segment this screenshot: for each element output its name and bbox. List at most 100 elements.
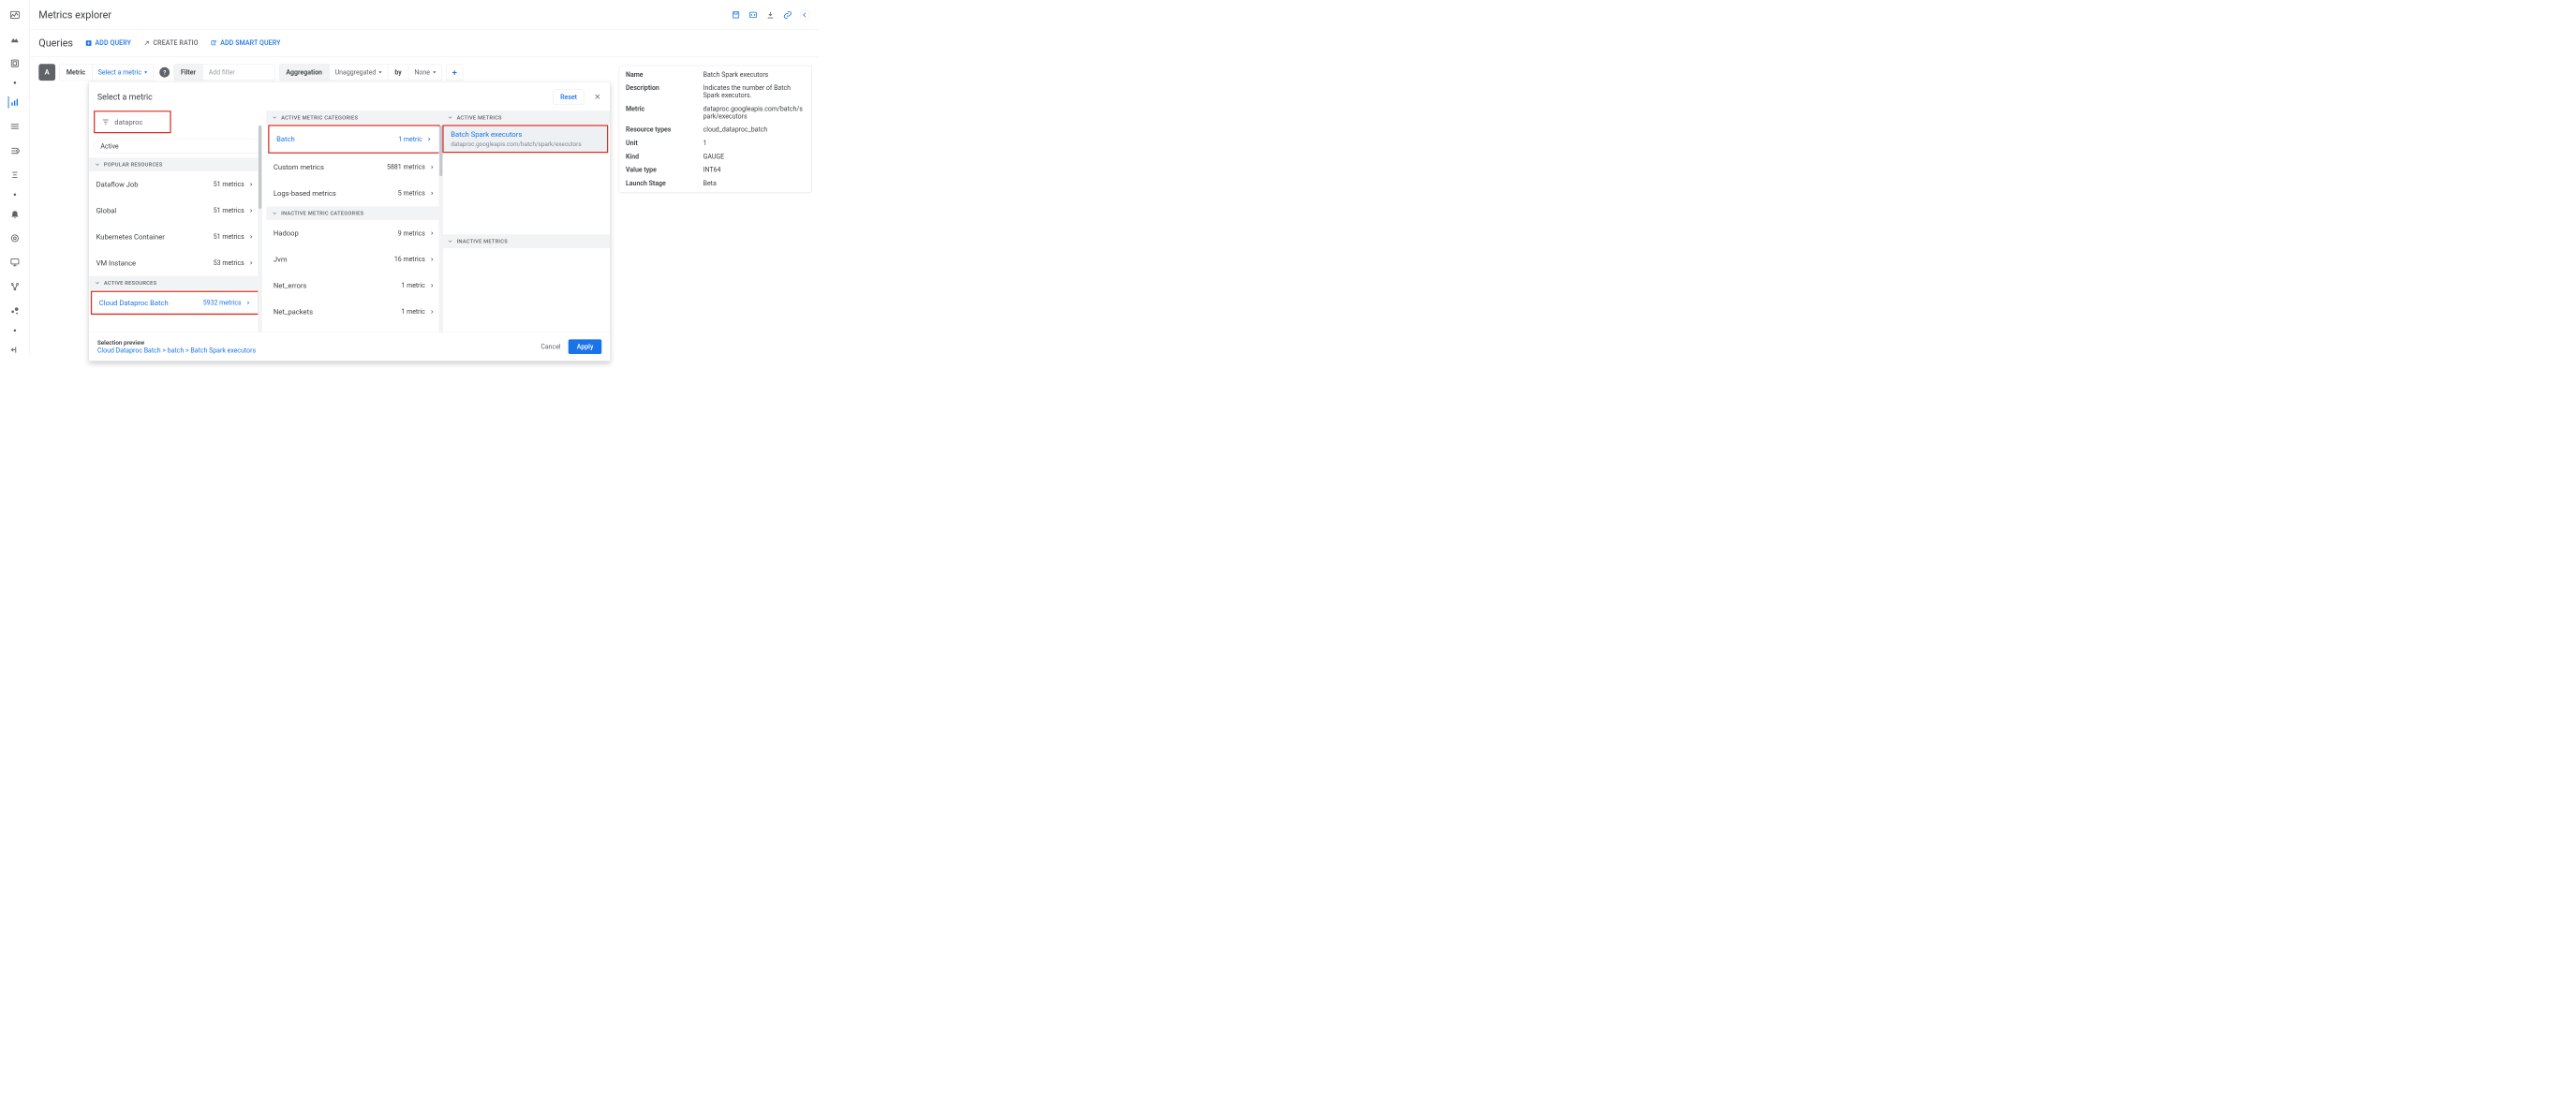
detail-key: Resource types — [626, 126, 703, 134]
metric-picker-panel: Select a metric Reset dataproc Active PO… — [89, 81, 611, 361]
category-item[interactable]: Jvm16 metrics — [266, 246, 441, 273]
category-name: Net_packets — [274, 307, 313, 316]
by-label: by — [388, 65, 408, 81]
chevron-right-icon — [429, 191, 435, 197]
resource-name: Dataflow Job — [96, 180, 139, 188]
metrics-explorer-icon[interactable] — [7, 96, 20, 109]
download-icon[interactable] — [766, 10, 776, 20]
category-item[interactable]: Hadoop9 metrics — [266, 220, 441, 246]
popular-resources-header[interactable]: POPULAR RESOURCES — [89, 157, 261, 171]
chevron-right-icon — [248, 182, 254, 187]
detail-key: Launch Stage — [626, 180, 703, 187]
col1-scrollbar[interactable] — [258, 125, 261, 332]
selection-preview-path[interactable]: Cloud Dataproc Batch > batch > Batch Spa… — [97, 347, 256, 355]
detail-row: Metricdataproc.googleapis.com/batch/spar… — [619, 102, 811, 123]
bell-icon[interactable] — [8, 208, 21, 220]
add-smart-query-button[interactable]: ADD SMART QUERY — [210, 39, 280, 47]
code-icon[interactable] — [748, 10, 758, 20]
rail-icon-5[interactable] — [8, 145, 21, 157]
resource-item[interactable]: Global51 metrics — [89, 198, 261, 224]
resource-count: 51 metrics — [214, 233, 244, 241]
query-letter-chip[interactable]: A — [38, 64, 55, 81]
detail-value: cloud_dataproc_batch — [703, 126, 806, 134]
create-ratio-button[interactable]: CREATE RATIO — [143, 39, 199, 47]
close-icon[interactable] — [593, 93, 601, 102]
active-categories-header[interactable]: ACTIVE METRIC CATEGORIES — [266, 111, 441, 125]
resources-column: dataproc Active POPULAR RESOURCES Datafl… — [89, 111, 261, 332]
add-smart-query-label: ADD SMART QUERY — [220, 39, 280, 47]
chevron-right-icon — [245, 301, 251, 306]
display-icon[interactable] — [8, 257, 21, 269]
metric-search-input[interactable]: dataproc — [94, 111, 171, 133]
resource-item[interactable]: Kubernetes Container51 metrics — [89, 224, 261, 250]
category-name: Batch — [276, 135, 295, 143]
detail-row: Unit1 — [619, 137, 811, 150]
enter-arrow-icon[interactable] — [8, 344, 21, 356]
search-value: dataproc — [114, 118, 142, 126]
rail-icon-1[interactable] — [8, 33, 21, 45]
rail-icon-6[interactable] — [8, 169, 21, 182]
detail-value: GAUGE — [703, 153, 806, 160]
detail-row: Resource typescloud_dataproc_batch — [619, 124, 811, 137]
filter-lines-icon — [101, 118, 110, 126]
active-resources-header[interactable]: ACTIVE RESOURCES — [89, 276, 261, 290]
active-filter-pill[interactable]: Active — [94, 140, 261, 154]
rail-icon-2[interactable] — [8, 57, 21, 69]
help-icon[interactable]: ? — [159, 67, 170, 78]
active-metrics-header[interactable]: ACTIVE METRICS — [442, 111, 610, 125]
chevron-left-icon[interactable] — [800, 10, 809, 20]
header-actions — [732, 10, 809, 20]
resource-item[interactable]: Dataflow Job51 metrics — [89, 171, 261, 198]
chevron-right-icon — [429, 165, 435, 170]
resource-name: Cloud Dataproc Batch — [99, 299, 169, 307]
resource-count: 5932 metrics — [203, 299, 242, 306]
add-query-button[interactable]: ADD QUERY — [85, 39, 131, 47]
category-item[interactable]: Net_packets1 metric — [266, 299, 441, 325]
metric-value: Select a metric — [98, 68, 141, 76]
picker-title: Select a metric — [97, 92, 153, 101]
detail-row: KindGAUGE — [619, 150, 811, 163]
chevron-right-icon — [429, 309, 435, 315]
category-item[interactable]: Logs-based metrics5 metrics — [266, 180, 441, 206]
add-query-label: ADD QUERY — [95, 39, 130, 47]
inactive-metrics-header[interactable]: INACTIVE METRICS — [442, 234, 610, 248]
resource-item-selected[interactable]: Cloud Dataproc Batch 5932 metrics — [91, 291, 259, 315]
metric-item-selected[interactable]: Batch Spark executors dataproc.googleapi… — [442, 125, 608, 153]
detail-row: Value typeINT64 — [619, 163, 811, 176]
bubbles-icon[interactable] — [8, 305, 21, 317]
selection-preview-label: Selection preview — [97, 339, 256, 346]
reset-button[interactable]: Reset — [553, 90, 585, 105]
monitoring-logo-icon[interactable] — [8, 9, 21, 22]
filter-input-wrap[interactable]: Filter Add filter — [174, 64, 275, 81]
save-chart-icon[interactable] — [732, 10, 741, 20]
add-segment-button[interactable]: + — [446, 64, 463, 81]
category-item[interactable]: Net_errors1 metric — [266, 273, 441, 299]
detail-row: NameBatch Spark executors — [619, 68, 811, 81]
aggregation-selector[interactable]: Aggregation Unaggregated by None — [279, 64, 442, 81]
detail-key: Name — [626, 71, 703, 79]
metric-selector[interactable]: Metric Select a metric — [60, 64, 155, 81]
create-ratio-label: CREATE RATIO — [153, 39, 198, 47]
left-nav-rail — [0, 0, 30, 356]
resource-count: 51 metrics — [214, 207, 244, 214]
metric-label: Metric — [60, 65, 92, 81]
chevron-down-icon — [95, 280, 100, 286]
apply-button[interactable]: Apply — [569, 339, 601, 354]
category-name: Hadoop — [274, 229, 299, 238]
category-name: Jvm — [274, 256, 288, 264]
cancel-button[interactable]: Cancel — [540, 343, 560, 350]
by-value: None — [414, 68, 430, 76]
category-item-selected[interactable]: Batch 1 metric — [269, 126, 438, 153]
category-count: 5881 metrics — [387, 164, 425, 171]
link-icon[interactable] — [783, 10, 792, 20]
inactive-categories-header[interactable]: INACTIVE METRIC CATEGORIES — [266, 206, 441, 220]
target-icon[interactable] — [8, 232, 21, 244]
rail-icon-4[interactable] — [8, 121, 21, 133]
nodes-icon[interactable] — [8, 281, 21, 293]
chevron-down-icon — [447, 114, 452, 120]
resource-item[interactable]: VM Instance53 metrics — [89, 250, 261, 276]
queries-title: Queries — [38, 37, 73, 50]
metrics-column: ACTIVE METRICS Batch Spark executors dat… — [442, 111, 610, 332]
category-item[interactable]: Custom metrics5881 metrics — [266, 155, 441, 181]
chevron-right-icon — [429, 257, 435, 262]
